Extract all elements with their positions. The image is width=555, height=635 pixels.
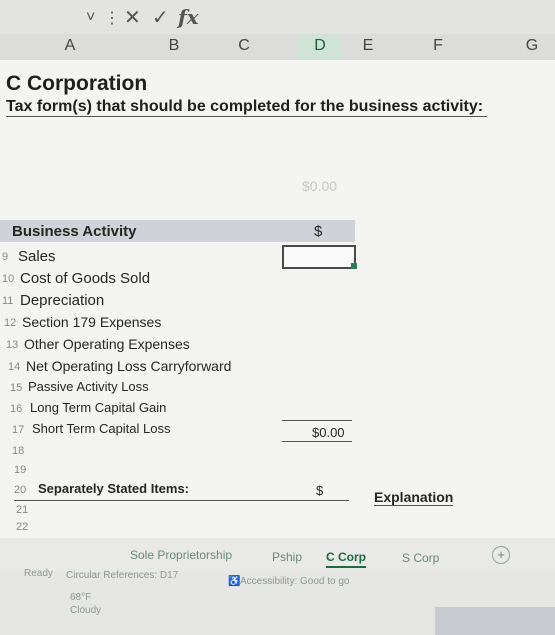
row-number: 10 (2, 273, 15, 285)
cancel-icon[interactable]: ✕ (124, 5, 141, 30)
header-dollar-sign: $ (314, 223, 323, 240)
ghost-value: $0.00 (302, 178, 338, 194)
row-label-passive-loss: Passive Activity Loss (28, 379, 149, 394)
separately-underline (14, 500, 349, 501)
tab-s-corp[interactable]: S Corp (402, 551, 439, 565)
column-header-d[interactable]: D (298, 34, 342, 62)
row-number: 18 (12, 445, 25, 457)
row-number: 15 (10, 382, 23, 394)
more-options-icon[interactable]: ⋮ (104, 8, 120, 28)
separately-dollar-sign: $ (316, 483, 324, 498)
column-header-b[interactable]: B (164, 37, 184, 55)
accessibility-icon[interactable]: ♿ (228, 576, 240, 587)
sheet-tabs: Sole Proprietorship Pship C Corp S Corp … (0, 538, 555, 572)
row-label-depreciation: Depreciation (20, 292, 105, 309)
business-activity-header: Business Activity (12, 223, 137, 240)
sheet-title: C Corporation (6, 72, 148, 95)
status-ready: Ready (24, 568, 53, 579)
fill-handle[interactable] (351, 263, 357, 269)
enter-icon[interactable]: ✓ (152, 5, 169, 30)
column-header-g[interactable]: G (522, 37, 542, 55)
column-headers: A B C D E F G (0, 34, 555, 62)
row-number: 9 (2, 251, 9, 263)
column-header-a[interactable]: A (60, 37, 80, 55)
formula-bar: ˅ ⋮ ✕ ✓ fx (0, 0, 555, 35)
worksheet-grid[interactable]: C Corporation Tax form(s) that should be… (0, 60, 555, 540)
status-circular-references[interactable]: Circular References: D17 (66, 570, 178, 581)
separately-stated-label: Separately Stated Items: (38, 481, 190, 496)
tab-c-corp[interactable]: C Corp (326, 550, 366, 568)
row-number: 21 (16, 504, 29, 516)
tab-sole-proprietorship[interactable]: Sole Proprietorship (130, 548, 232, 562)
row-number: 19 (14, 464, 27, 476)
explanation-label: Explanation (374, 489, 454, 506)
status-accessibility[interactable]: Accessibility: Good to go (240, 576, 350, 587)
row-label-cost-of-goods-sold: Cost of Goods Sold (20, 270, 151, 287)
row-label-nol-carryforward: Net Operating Loss Carryforward (26, 358, 232, 374)
status-bar: Ready Circular References: D17 ♿ Accessi… (0, 568, 555, 635)
row-number: 16 (10, 403, 23, 415)
column-header-e[interactable]: E (358, 37, 378, 55)
row-label-st-capital-loss: Short Term Capital Loss (32, 421, 171, 436)
tab-pship[interactable]: Pship (272, 550, 302, 564)
row-label-other-operating: Other Operating Expenses (24, 336, 190, 352)
selected-cell[interactable] (282, 245, 356, 269)
sheet-subtitle: Tax form(s) that should be completed for… (6, 98, 488, 117)
row-label-lt-capital-gain: Long Term Capital Gain (30, 400, 167, 415)
row-number: 14 (8, 361, 21, 373)
row-label-section-179: Section 179 Expenses (22, 314, 162, 330)
name-box-dropdown-icon[interactable]: ˅ (86, 9, 95, 27)
weather-temp: 68°F (70, 592, 92, 603)
total-value[interactable]: $0.00 (312, 425, 345, 440)
weather-condition: Cloudy (70, 605, 102, 616)
total-top-border (282, 420, 352, 421)
row-number: 22 (16, 521, 29, 533)
row-label-sales: Sales (18, 248, 56, 265)
row-number: 17 (12, 424, 25, 436)
add-sheet-icon[interactable]: + (492, 546, 510, 564)
total-bottom-border (282, 441, 352, 442)
row-number: 11 (2, 295, 14, 307)
insert-function-icon[interactable]: fx (178, 5, 199, 29)
column-header-c[interactable]: C (234, 37, 254, 55)
row-number: 12 (4, 317, 17, 329)
row-number: 20 (14, 484, 27, 496)
taskbar-corner (435, 607, 555, 635)
column-header-f[interactable]: F (428, 37, 448, 55)
row-number: 13 (6, 339, 19, 351)
